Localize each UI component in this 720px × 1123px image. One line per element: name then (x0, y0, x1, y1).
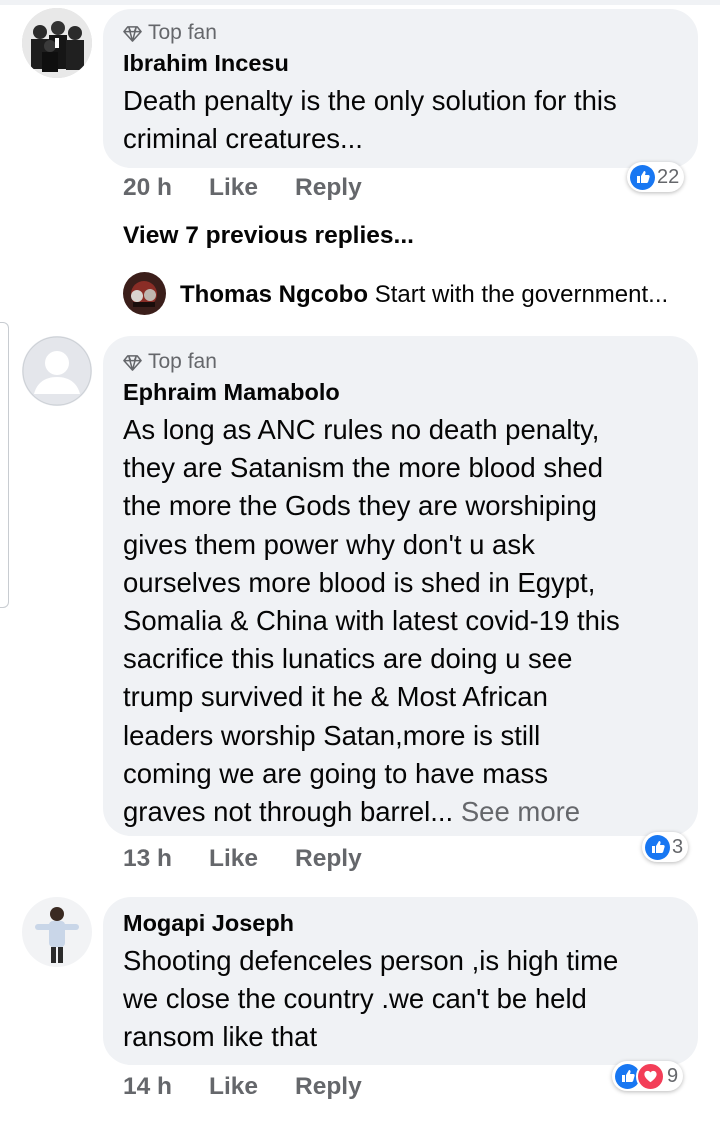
comment-text-line: As long as ANC rules no death penalty, (123, 414, 600, 445)
like-icon (645, 834, 670, 860)
reply-avatar[interactable] (123, 272, 166, 315)
comment-actions: 20 h Like Reply (0, 174, 720, 204)
comment-text: As long as ANC rules no death penalty, t… (123, 411, 620, 831)
comment-text-line: criminal creatures... (123, 123, 363, 155)
reaction-count: 9 (667, 1064, 679, 1087)
comment-text-line: coming we are going to have mass (123, 757, 548, 789)
reply-text: Start with the government... (374, 281, 669, 308)
avatar[interactable] (22, 897, 92, 967)
comment-text-line: graves not through barrel... See more (123, 793, 620, 831)
like-button[interactable]: Like (209, 1073, 258, 1101)
comment-author[interactable]: Mogapi Joseph (123, 910, 294, 937)
comment-text-line: sacrifice this lunatics are doing u see (123, 643, 573, 675)
comment-text-line: ourselves more blood is shed in Egypt, (123, 566, 596, 598)
reaction-count: 22 (657, 165, 680, 188)
reaction-summary[interactable]: 9 (612, 1061, 684, 1091)
comment-text: Death penalty is the only solution for t… (123, 82, 617, 158)
like-button[interactable]: Like (209, 845, 258, 873)
like-icon (630, 164, 655, 190)
reaction-summary[interactable]: 22 (627, 162, 685, 192)
reply-button[interactable]: Reply (295, 1073, 362, 1101)
see-more-link[interactable]: See more (461, 796, 580, 827)
comment-actions: 13 h Like Reply (0, 845, 720, 875)
avatar[interactable] (22, 336, 92, 406)
comment-text-line: trump survived it he & Most African (123, 681, 548, 713)
comment-author[interactable]: Ephraim Mamabolo (123, 379, 340, 406)
top-fan-label: Top fan (148, 21, 217, 44)
scroll-edge-indicator (0, 322, 9, 608)
comment-author[interactable]: Ibrahim Incesu (123, 50, 289, 77)
top-divider (0, 0, 720, 5)
diamond-icon (123, 25, 142, 42)
top-fan-badge: Top fan (123, 350, 217, 374)
comment-text-line: leaders worship Satan,more is still (123, 719, 541, 751)
comment-text-line: Shooting defenceles person ,is high time (123, 945, 619, 976)
reply-author[interactable]: Thomas Ngcobo (180, 281, 368, 308)
comment-text-line: gives them power why don't u ask (123, 528, 535, 560)
comment-text-line: we close the country .we can't be held (123, 983, 587, 1015)
comment-text-line: ransom like that (123, 1021, 318, 1053)
top-fan-label: Top fan (148, 350, 217, 373)
comment-timestamp[interactable]: 20 h (123, 174, 172, 202)
comment-text-line: Death penalty is the only solution for t… (123, 85, 617, 116)
comment-timestamp[interactable]: 14 h (123, 1073, 172, 1101)
top-fan-badge: Top fan (123, 21, 217, 45)
reaction-summary[interactable]: 3 (642, 832, 689, 862)
comment-text-line: Somalia & China with latest covid-19 thi… (123, 605, 620, 637)
comment-text: Shooting defenceles person ,is high time… (123, 942, 618, 1057)
reply-button[interactable]: Reply (295, 174, 362, 202)
view-previous-replies-link[interactable]: View 7 previous replies... (123, 222, 414, 250)
love-icon (636, 1061, 665, 1091)
reaction-count: 3 (672, 835, 684, 858)
reply-button[interactable]: Reply (295, 845, 362, 873)
comment-text-last: graves not through barrel... (123, 796, 454, 828)
diamond-icon (123, 354, 142, 371)
reply-preview[interactable]: Thomas Ngcobo Start with the government.… (180, 281, 668, 309)
comment-timestamp[interactable]: 13 h (123, 845, 172, 873)
like-button[interactable]: Like (209, 174, 258, 202)
comment-text-line: they are Satanism the more blood shed (123, 452, 604, 484)
avatar[interactable] (22, 8, 92, 78)
comment-text-line: the more the Gods they are worshiping (123, 490, 597, 522)
